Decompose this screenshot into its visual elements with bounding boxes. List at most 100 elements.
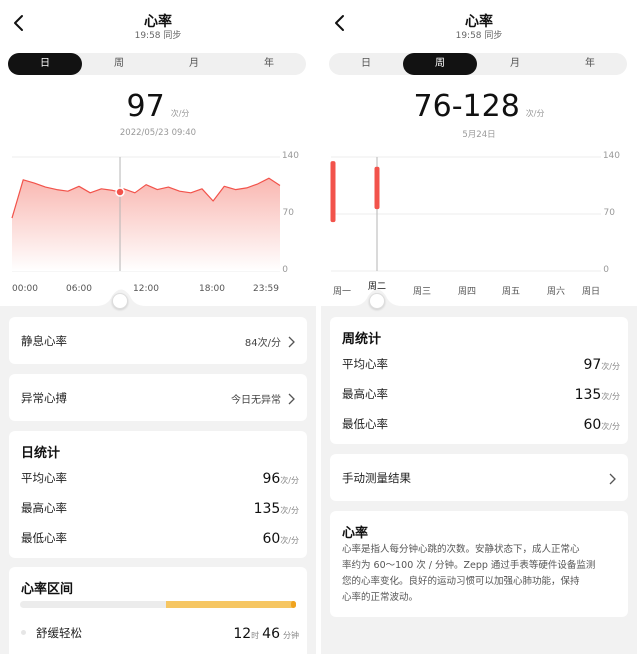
period-tabs: 日 周 月 年 — [8, 53, 306, 75]
chevron-right-icon — [609, 473, 616, 485]
info-line: 心率的正常波动。 — [342, 592, 419, 603]
zone-minutes: 46 — [262, 626, 280, 642]
stat-number: 96 — [262, 471, 281, 487]
stat-unit: 次/分 — [280, 506, 299, 515]
x-tick-label: 周日 — [581, 287, 601, 297]
stat-value: 135次/分 — [254, 498, 299, 517]
day-scrubber-handle[interactable] — [369, 293, 385, 309]
heart-rate-value: 97 — [126, 89, 165, 124]
selected-point — [115, 187, 125, 197]
zones-title: 心率区间 — [21, 582, 74, 597]
stat-value: 60次/分 — [262, 528, 299, 547]
zone-fill — [166, 601, 296, 608]
abnormal-heartbeat-label: 异常心搏 — [21, 391, 67, 405]
stat-row-max: 最高心率 135次/分 — [21, 500, 299, 520]
y-tick-label: 70 — [282, 208, 294, 218]
heart-rate-info-card: 心率 心率是指人每分钟心跳的次数。安静状态下，成人正常心 率约为 60～100 … — [330, 511, 628, 617]
range-bar — [330, 161, 336, 223]
x-tick-label: 23:59 — [253, 284, 279, 294]
stat-unit: 次/分 — [280, 476, 299, 485]
stat-value: 97次/分 — [583, 354, 620, 373]
weekly-stats-title: 周统计 — [342, 332, 382, 347]
heart-rate-unit: 次/分 — [525, 109, 545, 118]
y-tick-label: 140 — [602, 151, 620, 161]
stat-number: 97 — [583, 357, 602, 373]
stat-row-min: 最低心率 60次/分 — [21, 530, 299, 550]
stat-row-max: 最高心率 135次/分 — [342, 386, 620, 406]
daily-stats-title: 日统计 — [21, 446, 61, 461]
y-tick-label: 140 — [281, 151, 299, 161]
info-line: 率约为 60～100 次 / 分钟。Zepp 通过手表等硬件设备监测 — [342, 560, 596, 571]
time-scrubber-handle[interactable] — [112, 293, 128, 309]
stat-value: 135次/分 — [575, 384, 620, 403]
abnormal-heartbeat-value: 今日无异常 — [231, 395, 281, 406]
reading-datetime: 2022/05/23 09:40 — [119, 128, 197, 138]
tab-week[interactable]: 周 — [82, 53, 156, 75]
heart-rate-range: 76-128 次/分 — [321, 89, 637, 124]
y-tick-label: 70 — [603, 208, 615, 218]
tab-month[interactable]: 月 — [478, 53, 552, 75]
x-tick-label: 06:00 — [66, 284, 92, 294]
zone-item-relaxed[interactable]: 舒缓轻松 12时 46 分钟 — [36, 625, 299, 645]
manual-measurement-label: 手动测量结果 — [342, 471, 411, 485]
resting-heart-rate-value: 84次/分 — [244, 338, 281, 349]
weekly-stats-card: 周统计 平均心率 97次/分 最高心率 135次/分 最低心率 60次/分 — [330, 317, 628, 444]
range-bar — [374, 166, 380, 210]
stat-number: 60 — [583, 417, 602, 433]
x-tick-label: 周五 — [501, 287, 521, 297]
stat-unit: 次/分 — [601, 392, 620, 401]
stat-row-average: 平均心率 97次/分 — [342, 356, 620, 376]
x-tick-label: 周六 — [546, 287, 566, 297]
chevron-right-icon — [288, 393, 295, 405]
zones-progress-bar — [20, 601, 296, 608]
stat-unit: 次/分 — [280, 536, 299, 545]
tab-day[interactable]: 日 — [329, 53, 403, 75]
week-view-pane: 心率 19:58 同步 日 周 月 年 76-128 次/分 5月24日 140 … — [321, 0, 637, 654]
info-line: 您的心率变化。良好的运动习惯可以加强心肺功能，保持 — [342, 576, 580, 587]
manual-measurement-card[interactable]: 手动测量结果 — [330, 454, 628, 501]
stat-row-average: 平均心率 96次/分 — [21, 470, 299, 490]
sync-status: 19:58 同步 — [455, 31, 503, 41]
resting-heart-rate-label: 静息心率 — [21, 334, 67, 348]
heart-rate-area — [12, 178, 280, 271]
daily-stats-card: 日统计 平均心率 96次/分 最高心率 135次/分 最低心率 60次/分 — [9, 431, 307, 558]
tab-week[interactable]: 周 — [403, 53, 477, 75]
abnormal-heartbeat-row: 异常心搏 今日无异常 — [21, 390, 295, 410]
period-tabs: 日 周 月 年 — [329, 53, 627, 75]
stat-label: 最低心率 — [342, 417, 388, 431]
tab-year[interactable]: 年 — [232, 53, 306, 75]
tab-month[interactable]: 月 — [157, 53, 231, 75]
stat-label: 最低心率 — [21, 531, 67, 545]
zone-label: 舒缓轻松 — [36, 626, 82, 640]
heart-rate-zones-card: 心率区间 舒缓轻松 12时 46 分钟 — [9, 567, 307, 654]
zone-marker — [291, 601, 296, 608]
stat-label: 最高心率 — [21, 501, 67, 515]
tab-day[interactable]: 日 — [8, 53, 82, 75]
info-description: 心率是指人每分钟心跳的次数。安静状态下，成人正常心 率约为 60～100 次 /… — [342, 542, 618, 606]
x-tick-label: 18:00 — [199, 284, 225, 294]
info-line: 心率是指人每分钟心跳的次数。安静状态下，成人正常心 — [342, 544, 580, 555]
x-tick-label: 00:00 — [12, 284, 38, 294]
abnormal-heartbeat-card[interactable]: 异常心搏 今日无异常 — [9, 374, 307, 421]
zone-hours: 12 — [233, 626, 252, 642]
stat-unit: 次/分 — [601, 422, 620, 431]
stat-row-min: 最低心率 60次/分 — [342, 416, 620, 436]
stat-number: 135 — [574, 387, 602, 403]
x-tick-label: 周三 — [412, 287, 432, 297]
zone-minutes-unit: 分钟 — [283, 631, 299, 640]
reading-date: 5月24日 — [462, 130, 496, 140]
zone-bullet-icon — [21, 630, 26, 635]
manual-measurement-row: 手动测量结果 — [342, 470, 616, 490]
day-view-pane: 心率 19:58 同步 日 周 月 年 97 次/分 2022/05/23 09:… — [0, 0, 316, 654]
y-tick-label: 0 — [603, 265, 609, 275]
x-tick-label: 周一 — [332, 287, 352, 297]
info-title: 心率 — [342, 526, 369, 541]
stat-label: 平均心率 — [21, 471, 67, 485]
sync-status: 19:58 同步 — [134, 31, 182, 41]
stat-value: 60次/分 — [583, 414, 620, 433]
current-heart-rate: 97 次/分 — [0, 89, 316, 124]
tab-year[interactable]: 年 — [553, 53, 627, 75]
resting-heart-rate-card[interactable]: 静息心率 84次/分 — [9, 317, 307, 364]
stat-label: 最高心率 — [342, 387, 388, 401]
stat-label: 平均心率 — [342, 357, 388, 371]
